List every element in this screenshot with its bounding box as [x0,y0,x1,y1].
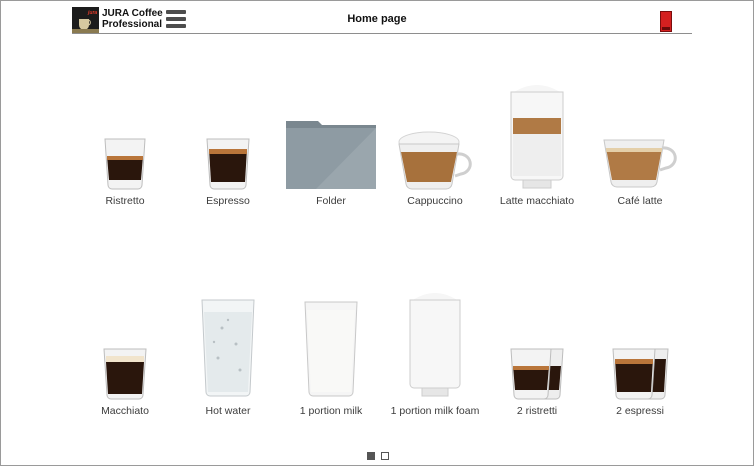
product-tile-ristretto[interactable]: Ristretto [75,70,175,210]
product-tile-espresso[interactable]: Espresso [178,70,278,210]
product-label: Café latte [617,195,663,207]
status-indicator-icon[interactable] [660,11,672,32]
milk-glass-icon [281,300,381,401]
latte-macchiato-glass-icon [487,80,587,192]
product-label: Latte macchiato [499,195,575,207]
header-divider [72,33,692,34]
product-tile-milk-foam[interactable]: 1 portion milk foam [385,280,485,420]
two-espressi-glasses-icon [590,346,690,401]
product-label: Ristretto [105,195,145,207]
product-tile-macchiato[interactable]: Macchiato [75,280,175,420]
milk-foam-glass-icon [385,288,485,401]
cafe-latte-cup-icon [590,136,690,191]
product-tile-folder[interactable]: Folder [281,70,381,210]
product-tile-two-ristretti[interactable]: 2 ristretti [487,280,587,420]
hot-water-glass-icon [178,298,278,401]
product-tile-latte-macchiato[interactable]: Latte macchiato [487,70,587,210]
macchiato-glass-icon [75,346,175,401]
product-tile-hot-water[interactable]: Hot water [178,280,278,420]
product-tile-milk[interactable]: 1 portion milk [281,280,381,420]
product-label: 1 portion milk [299,405,363,417]
product-label: Folder [316,195,346,207]
page-title: Home page [347,13,407,25]
folder-icon [281,116,381,191]
cappuccino-cup-icon [385,130,485,192]
product-tile-two-espressi[interactable]: 2 espressi [590,280,690,420]
product-label: Macchiato [101,405,149,417]
product-tile-cappuccino[interactable]: Cappuccino [385,70,485,210]
espresso-glass-icon [178,136,278,191]
page-dot-1[interactable] [367,452,375,460]
product-label: 2 ristretti [516,405,558,417]
header-bar: jura JURA Coffee Professional Home page [0,0,754,36]
product-label: Hot water [205,405,251,417]
page-dot-2[interactable] [381,452,389,460]
product-label: Espresso [206,195,250,207]
product-label: 2 espressi [616,405,664,417]
ristretto-glass-icon [75,136,175,191]
two-ristretti-glasses-icon [487,346,587,401]
product-tile-cafe-latte[interactable]: Café latte [590,70,690,210]
